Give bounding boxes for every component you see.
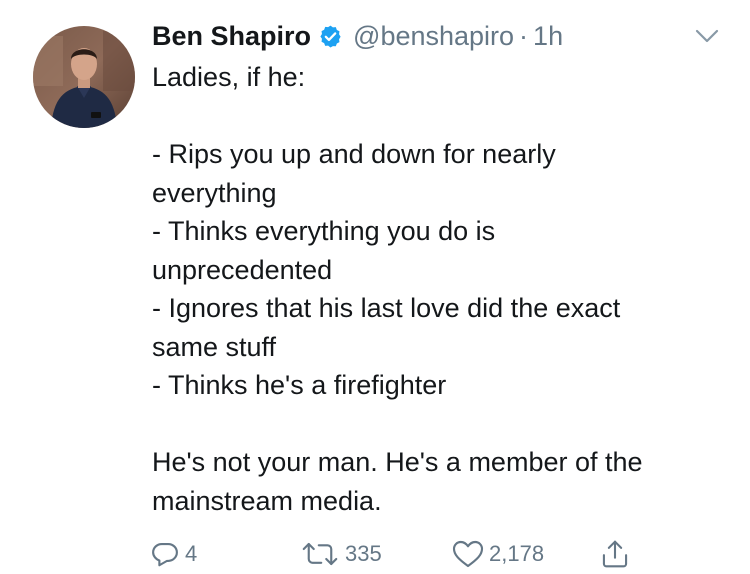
tweet-text-line: unprecedented: [152, 254, 333, 285]
tweet[interactable]: Ben Shapiro @benshapiro · 1h Ladies, if …: [0, 0, 750, 574]
tweet-text-line: - Ignores that his last love did the exa…: [152, 293, 621, 323]
retweet-icon: [302, 542, 338, 566]
tweet-text-line: - Rips you up and down for nearly: [152, 139, 556, 169]
tweet-text-line: - Thinks he's a firefighter: [152, 370, 447, 400]
share-icon: [602, 540, 628, 568]
tweet-text-line: same stuff: [152, 331, 277, 362]
tweet-text-line: [152, 97, 732, 136]
tweet-header: Ben Shapiro @benshapiro · 1h: [152, 16, 563, 56]
chevron-down-icon[interactable]: [692, 25, 722, 47]
tweet-text-line: everything: [152, 177, 277, 208]
retweet-count: 335: [345, 541, 382, 566]
tweet-text-line: mainstream media.: [152, 485, 382, 516]
verified-badge-icon: [318, 24, 343, 49]
timestamp[interactable]: 1h: [533, 21, 563, 52]
avatar-image: [33, 26, 135, 128]
display-name[interactable]: Ben Shapiro: [152, 21, 311, 52]
tweet-text-line: [152, 405, 732, 444]
like-button[interactable]: 2,178: [452, 536, 544, 572]
reply-button[interactable]: 4: [150, 536, 197, 572]
tweet-text: Ladies, if he: - Rips you up and down fo…: [152, 58, 732, 520]
share-button[interactable]: [600, 536, 630, 572]
reply-count: 4: [185, 541, 198, 566]
handle[interactable]: @benshapiro: [353, 21, 514, 52]
retweet-button[interactable]: 335: [300, 536, 382, 572]
reply-icon: [152, 542, 178, 567]
tweet-text-line: - Thinks everything you do is: [152, 216, 496, 246]
heart-icon: [452, 540, 484, 568]
like-count: 2,178: [489, 541, 545, 566]
tweet-text-line: He's not your man. He's a member of the: [152, 447, 643, 477]
separator-dot: ·: [519, 20, 529, 51]
avatar[interactable]: [33, 26, 135, 128]
tweet-actions: 4 335 2,178: [150, 536, 670, 572]
tweet-text-line: Ladies, if he:: [152, 62, 306, 92]
